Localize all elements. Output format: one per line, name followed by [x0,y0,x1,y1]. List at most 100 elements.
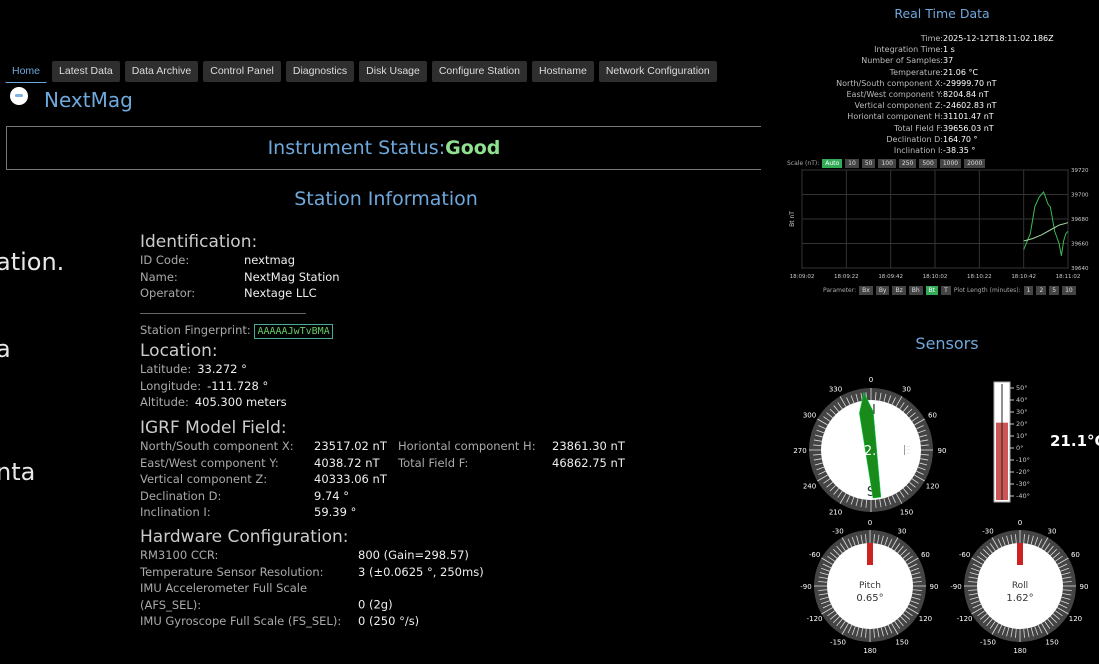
nav-item-disk-usage[interactable]: Disk Usage [359,61,427,82]
thermometer-tick-label: -30° [1016,480,1030,488]
realtime-row: Inclination I: -38.35 ° [786,145,1098,156]
kv-label: Horiontal component H: [398,439,536,453]
kv-row: Operator: Nextage LLC [140,285,340,302]
kv-value: 23861.30 nT [552,439,625,453]
kv-row: RM3100 CCR: 800 (Gain=298.57) [140,547,484,564]
compass-label: 150 [900,508,913,516]
compass-label: 240 [803,483,816,491]
station-info-title: Station Information [294,188,478,210]
realtime-label: Vertical component Z: [854,101,943,111]
plot-length-button[interactable]: 10 [1062,286,1076,295]
realtime-row: East/West component Y: 8204.84 nT [786,89,1098,100]
igrf-section: IGRF Model Field: North/South component … [140,418,625,521]
kv-label: Vertical component Z: [140,472,268,486]
kv-label: Altitude: [140,395,189,409]
x-tick-label: 18:11:02 [1056,274,1081,280]
scale-button[interactable]: 500 [919,159,937,168]
kv-value: 405.300 meters [194,395,287,409]
y-tick-label: 39700 [1071,193,1089,199]
parameter-button[interactable]: Bz [892,286,906,295]
nav-item-hostname[interactable]: Hostname [531,61,594,82]
status-label: Instrument Status: [267,137,446,159]
dial-label: 90 [1080,583,1089,591]
kv-row: Altitude: 405.300 meters [140,394,287,411]
fingerprint-row: Station Fingerprint: AAAAAJwTvBMA [140,319,333,339]
divider [140,313,306,314]
thermometer-tick-label: 40° [1016,396,1028,404]
nav-item-data-archive[interactable]: Data Archive [124,61,199,82]
plot-length-button[interactable]: 5 [1049,286,1060,295]
realtime-label: Horiontal component H: [847,112,943,122]
compass-label: 300 [803,412,816,420]
kv-value: 800 (Gain=298.57) [358,548,469,562]
dial-label: 60 [1071,551,1080,559]
kv-row: IMU Accelerometer Full Scale (AFS_SEL): 0… [140,580,484,613]
kv-value: 3 (±0.0625 °, 250ms) [358,564,484,579]
realtime-value: -38.35 ° [943,146,976,156]
temperature-value: 21.1°C [1050,432,1099,450]
heading-readout: W 352.89° E [830,444,911,459]
kv-label: Inclination I: [140,505,211,519]
kv-label: Declination D: [140,488,222,503]
dial-label: 120 [1069,615,1082,623]
kv-row: Declination D: 9.74 ° [140,488,398,505]
kv-label: East/West component Y: [140,455,279,470]
compass-label: 120 [926,483,939,491]
kv-row: Temperature Sensor Resolution: 3 (±0.0625… [140,564,484,581]
parameter-button[interactable]: Bh [908,286,923,295]
realtime-label: North/South component X: [836,78,943,88]
scale-button[interactable]: Auto [822,159,843,168]
kv-label: IMU Gyroscope Full Scale (FS_SEL): [140,614,342,628]
kv-row: Name: NextMag Station [140,269,340,286]
kv-label: ID Code: [140,253,190,267]
kv-label: Name: [140,269,178,284]
parameter-button[interactable]: Bx [859,286,873,295]
kv-row: IMU Gyroscope Full Scale (FS_SEL): 0 (250… [140,613,484,630]
scale-selector: Scale (nT): Auto 10 50 100 250 500 1000 2000 [787,159,986,168]
realtime-row: North/South component X: -29999.70 nT [786,78,1098,89]
scale-button[interactable]: 10 [845,159,859,168]
realtime-value: 1 s [943,45,955,55]
scale-button[interactable]: 50 [861,159,876,168]
scale-button[interactable]: 2000 [964,159,986,168]
kv-row: ID Code: nextmag [140,252,340,269]
scale-button[interactable]: 250 [898,159,917,168]
nav-item-network-configuration[interactable]: Network Configuration [598,61,717,82]
kv-value: 33.272 ° [197,362,247,376]
scale-button[interactable]: 100 [878,159,896,168]
x-tick-label: 18:10:42 [1011,274,1036,280]
nav-item-diagnostics[interactable]: Diagnostics [285,61,355,82]
nav-item-latest-data[interactable]: Latest Data [52,61,120,82]
nav-item-home[interactable]: Home [5,61,48,83]
instrument-status: Instrument Status:Good [6,126,761,170]
kv-row: Latitude: 33.272 ° [140,361,287,378]
scale-button[interactable]: 1000 [939,159,962,168]
parameter-button[interactable]: Bt [925,286,939,295]
section-title: Identification: [140,232,258,252]
dial-label: 30 [898,528,907,536]
x-tick-label: 18:09:42 [878,274,903,280]
parameter-button[interactable]: By [875,286,890,295]
compass-label: 0 [869,376,873,384]
realtime-label: Inclination I: [893,146,943,156]
realtime-value: 37 [943,56,954,66]
nav-item-control-panel[interactable]: Control Panel [203,61,281,82]
realtime-label: Declination D: [886,134,943,144]
status-value: Good [445,137,501,159]
section-title: IGRF Model Field: [140,418,287,438]
thermometer-tick-label: -40° [1016,492,1030,500]
roll-gauge: 0 30 60 90 120 150 180 -150 -120 -90 -60 -30 Roll 1.6… [950,519,1089,655]
parameter-button[interactable]: T [941,286,951,295]
brand[interactable]: NextMag [10,87,133,112]
dial-label: 150 [1045,638,1058,646]
plot-length-button[interactable]: 1 [1023,286,1034,295]
hardware-section: Hardware Configuration: RM3100 CCR: 800 (… [140,527,484,630]
realtime-row: Temperature: 21.06 °C [786,67,1098,78]
dial-label: 0 [868,519,872,527]
realtime-label: Temperature: [889,67,943,77]
identification-rows: ID Code: nextmag Name: NextMag Station Opera… [140,252,340,302]
plot-length-button[interactable]: 2 [1036,286,1047,295]
realtime-value: 21.06 °C [943,67,979,77]
dial-label: -120 [807,615,823,623]
nav-item-configure-station[interactable]: Configure Station [431,61,527,82]
